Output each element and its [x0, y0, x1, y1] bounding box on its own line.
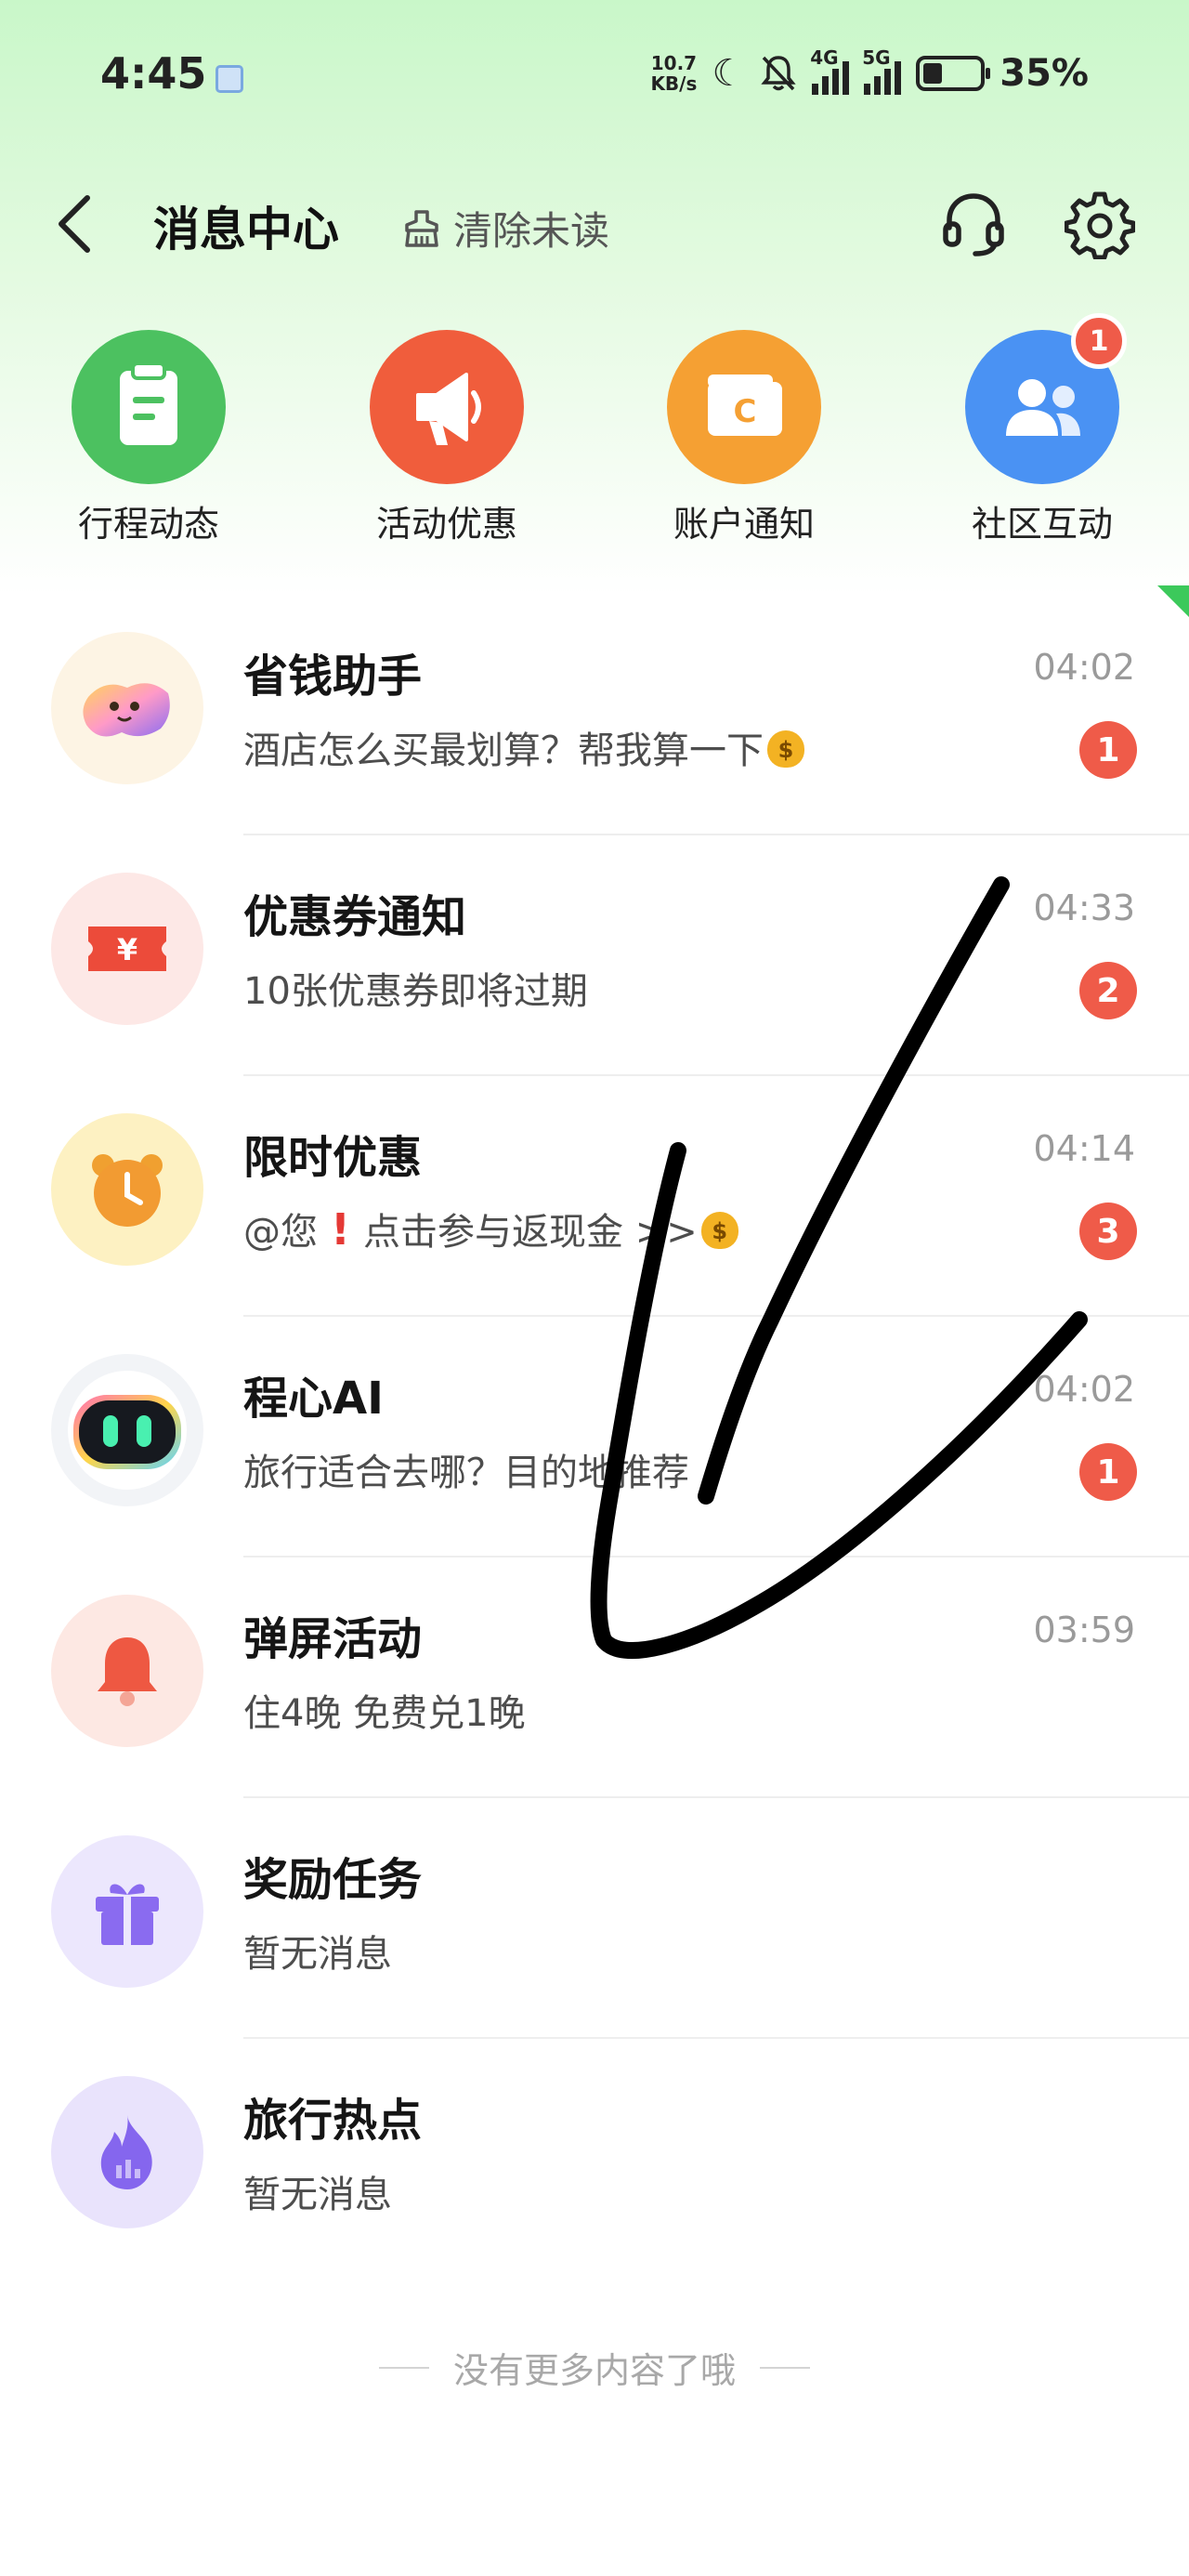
megaphone-icon: [416, 373, 481, 445]
category-label: 行程动态: [77, 504, 219, 545]
message-preview-mention: @您: [243, 1211, 318, 1254]
battery-fill: [923, 63, 943, 84]
message-title: 奖励任务: [243, 1854, 423, 1906]
money-bag-icon: $: [767, 730, 804, 768]
message-list: 省钱助手 04:02 酒店怎么买最划算？帮我算一下 $ 1 ¥ 优惠券通知 04:…: [0, 595, 1189, 2280]
category-shortcuts: 行程动态 活动优惠 C 账户通知 1 社区互动: [0, 313, 1189, 553]
message-item-reward-tasks[interactable]: 奖励任务 暂无消息: [0, 1798, 1189, 2039]
bell-icon: [98, 1637, 157, 1706]
message-title: 优惠券通知: [243, 891, 467, 943]
message-avatar: [51, 632, 203, 784]
signal-4g-label: 4G: [810, 46, 839, 69]
message-time: 04:02: [1033, 1369, 1135, 1410]
signal-4g-icon: 4G: [810, 46, 850, 95]
message-time: 04:33: [1033, 887, 1135, 928]
message-title: 旅行热点: [243, 2095, 423, 2147]
message-title: 省钱助手: [243, 651, 423, 703]
message-preview: 暂无消息: [243, 1933, 392, 1976]
category-icon-circle: [72, 330, 226, 484]
net-speed-unit: KB/s: [650, 72, 698, 95]
community-unread-badge: 1: [1071, 313, 1127, 369]
gift-icon: [96, 1884, 159, 1945]
svg-text:C: C: [734, 393, 757, 430]
gear-icon[interactable]: [1065, 189, 1135, 259]
wallet-icon: C: [708, 375, 782, 436]
category-account-notices[interactable]: C 账户通知: [642, 330, 846, 546]
message-time: 04:14: [1033, 1128, 1135, 1169]
message-item-popup-events[interactable]: 弹屏活动 03:59 住4晚 免费兑1晚: [0, 1557, 1189, 1798]
back-arrow-icon[interactable]: [45, 189, 110, 259]
message-title: 限时优惠: [243, 1132, 423, 1184]
robot-icon: [68, 1371, 187, 1490]
svg-text:¥: ¥: [117, 932, 137, 967]
message-time: 04:02: [1033, 647, 1135, 688]
footer-text: 没有更多内容了哦: [452, 2350, 736, 2391]
message-item-flash-deal[interactable]: 限时优惠 04:14 @您! 点击参与返现金 >> $ 3: [0, 1076, 1189, 1317]
list-end-footer: 没有更多内容了哦: [0, 2342, 1189, 2393]
message-preview: 旅行适合去哪？目的地推荐: [243, 1452, 689, 1494]
message-title: 弹屏活动: [243, 1613, 423, 1665]
message-preview: 暂无消息: [243, 2174, 392, 2216]
net-speed: 10.7 KB/s: [650, 53, 697, 94]
unread-badge: 2: [1079, 962, 1137, 1019]
footer-divider-right: [760, 2366, 810, 2369]
nav-header: 消息中心 清除未读: [0, 172, 1189, 274]
message-avatar: [51, 1113, 203, 1266]
status-indicators: 10.7 KB/s ☾ 4G 5G 35%: [650, 46, 1089, 95]
category-community[interactable]: 1 社区互动: [940, 313, 1144, 546]
clear-unread-button[interactable]: 清除未读: [401, 200, 609, 256]
message-preview: 酒店怎么买最划算？帮我算一下 $: [243, 720, 804, 774]
moon-icon: ☾: [712, 52, 746, 95]
message-avatar: [51, 1595, 203, 1747]
exclamation-icon: !: [331, 1204, 350, 1255]
footer-divider-left: [378, 2366, 429, 2369]
category-label: 社区互动: [971, 504, 1113, 545]
mute-bell-icon: [761, 56, 796, 91]
net-speed-value: 10.7: [650, 52, 698, 74]
page-title: 消息中心: [153, 203, 339, 256]
coupon-icon: ¥: [88, 927, 166, 971]
message-title: 程心AI: [243, 1373, 385, 1425]
message-preview-text: 酒店怎么买最划算？帮我算一下: [243, 729, 764, 772]
category-trip-updates[interactable]: 行程动态: [46, 330, 251, 546]
message-item-savings-assistant[interactable]: 省钱助手 04:02 酒店怎么买最划算？帮我算一下 $ 1: [0, 595, 1189, 835]
money-bag-icon: $: [700, 1212, 738, 1249]
signal-5g-icon: 5G: [862, 46, 902, 95]
message-item-travel-hotspots[interactable]: 旅行热点 暂无消息: [0, 2039, 1189, 2280]
message-preview-text: 点击参与返现金 >>: [362, 1211, 698, 1254]
unread-badge: 1: [1079, 1443, 1137, 1501]
message-item-coupon-notice[interactable]: ¥ 优惠券通知 04:33 10张优惠券即将过期 2: [0, 835, 1189, 1076]
status-bar: 4:45 10.7 KB/s ☾ 4G 5G 35%: [0, 0, 1189, 158]
unread-badge: 1: [1079, 721, 1137, 779]
category-icon-circle: [370, 330, 524, 484]
flame-icon: [100, 2115, 152, 2189]
category-promotions[interactable]: 活动优惠: [345, 330, 549, 546]
battery-percent: 35%: [1000, 52, 1089, 95]
message-time: 03:59: [1033, 1610, 1135, 1650]
clipboard-icon: [120, 361, 177, 445]
message-preview: @您! 点击参与返现金 >> $: [243, 1202, 738, 1255]
category-icon-circle: C: [667, 330, 821, 484]
message-item-ai-assistant[interactable]: 程心AI 04:02 旅行适合去哪？目的地推荐 1: [0, 1317, 1189, 1557]
clear-unread-label: 清除未读: [453, 208, 610, 254]
app-notification-icon: [216, 65, 243, 93]
alarm-clock-icon: [92, 1154, 163, 1227]
message-preview: 住4晚 免费兑1晚: [243, 1692, 526, 1735]
category-label: 账户通知: [673, 504, 815, 545]
unread-badge: 3: [1079, 1203, 1137, 1260]
status-time: 4:45: [100, 48, 207, 99]
savings-mascot-icon: [83, 683, 170, 737]
message-preview: 10张优惠券即将过期: [243, 970, 588, 1013]
signal-5g-label: 5G: [862, 46, 891, 69]
message-avatar: [51, 1354, 203, 1506]
category-label: 活动优惠: [375, 504, 517, 545]
battery-icon: [916, 56, 991, 91]
headset-icon[interactable]: [938, 189, 1009, 259]
broom-icon: [405, 209, 438, 247]
category-icon-circle: 1: [965, 313, 1127, 484]
message-avatar: ¥: [51, 873, 203, 1025]
message-avatar: [51, 1835, 203, 1988]
message-avatar: [51, 2076, 203, 2228]
